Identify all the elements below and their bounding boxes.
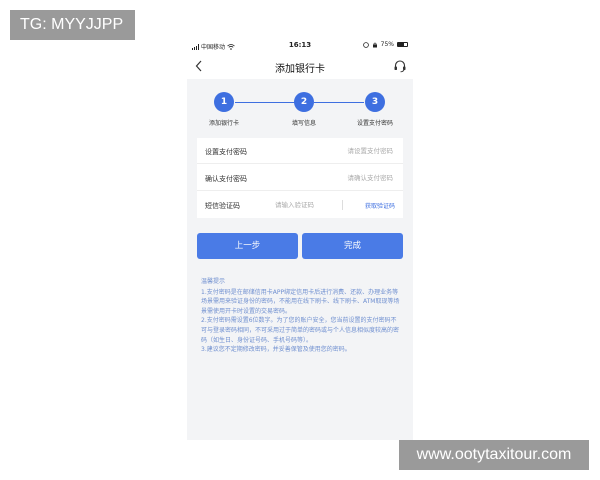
confirm-password-row: 确认支付密码 (197, 165, 403, 191)
step-2-circle: 2 (294, 92, 314, 112)
tips-title: 温馨提示 (201, 278, 226, 285)
sms-code-row: 短信验证码 获取验证码 (197, 192, 403, 218)
battery-text: 75% (380, 41, 394, 48)
step-1-circle: 1 (214, 92, 234, 112)
step-connector (235, 101, 295, 103)
step-1-label: 添加银行卡 (208, 120, 239, 127)
alarm-icon (362, 41, 369, 48)
confirm-password-input[interactable] (313, 173, 393, 183)
done-button[interactable]: 完成 (302, 233, 403, 259)
phone-screen: 中国移动 16:13 75% 添加银行卡 1 2 3 添加银行卡 填写信息 设置… (187, 37, 413, 440)
headset-icon[interactable] (393, 59, 407, 73)
tips-section: 温馨提示 1.支付密码是在邮储信用卡APP绑定信用卡后进行消费、还款、办理业务等… (201, 277, 401, 355)
step-2-label: 填写信息 (291, 120, 316, 127)
pay-password-input[interactable] (313, 146, 393, 156)
status-right: 75% (362, 41, 408, 48)
step-3-label: 设置支付密码 (356, 120, 393, 127)
sms-code-label: 短信验证码 (205, 202, 240, 210)
pay-password-label: 设置支付密码 (205, 148, 247, 156)
tip-item: 2.支付密码需设置6位数字。为了您的账户安全，您当前设置的支付密码不可与登录密码… (201, 317, 400, 344)
progress-steps: 1 2 3 添加银行卡 填写信息 设置支付密码 (197, 87, 403, 129)
tip-item: 3.建议您不定期修改密码，并妥善保管及使用您的密码。 (201, 346, 351, 354)
battery-icon (397, 42, 408, 47)
tip-item: 1.支付密码是在邮储信用卡APP绑定信用卡后进行消费、还款、办理业务等场景需用来… (201, 288, 400, 315)
password-form: 设置支付密码 确认支付密码 短信验证码 获取验证码 (197, 138, 403, 218)
lock-rotation-icon (372, 42, 377, 47)
confirm-password-label: 确认支付密码 (205, 175, 247, 183)
step-3-circle: 3 (365, 92, 385, 112)
code-divider (342, 200, 343, 210)
step-connector (314, 101, 364, 103)
page-title: 添加银行卡 (275, 64, 325, 75)
get-code-button[interactable]: 获取验证码 (365, 201, 395, 210)
pay-password-row: 设置支付密码 (197, 138, 403, 164)
status-bar: 中国移动 16:13 75% (187, 37, 413, 54)
prev-step-button[interactable]: 上一步 (197, 233, 298, 259)
nav-bar: 添加银行卡 (187, 54, 413, 79)
watermark-top-left: TG: MYYJJPP (10, 10, 135, 40)
sms-code-input[interactable] (275, 200, 335, 210)
watermark-bottom-right: www.ootytaxitour.com (399, 440, 589, 470)
